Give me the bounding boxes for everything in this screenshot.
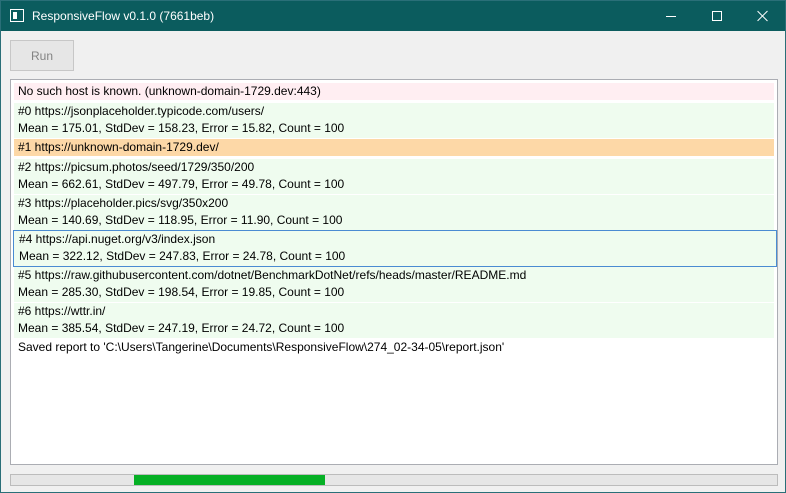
list-item[interactable]: #2 https://picsum.photos/seed/1729/350/2… [14,159,774,194]
list-item[interactable]: #0 https://jsonplaceholder.typicode.com/… [14,103,774,138]
list-item[interactable]: #5 https://raw.githubusercontent.com/dot… [14,267,774,302]
minimize-icon [666,15,676,17]
entry-url: #0 https://jsonplaceholder.typicode.com/… [18,104,265,118]
results-list[interactable]: No such host is known. (unknown-domain-1… [10,79,778,465]
error-message: No such host is known. (unknown-domain-1… [14,83,774,100]
entry-stats: Mean = 662.61, StdDev = 497.79, Error = … [18,177,345,191]
maximize-button[interactable] [694,1,740,31]
maximize-icon [712,11,722,21]
entry-stats: Mean = 385.54, StdDev = 247.19, Error = … [18,321,345,335]
progress-bar [10,474,778,486]
list-item-selected[interactable]: #4 https://api.nuget.org/v3/index.json M… [13,230,777,267]
list-item[interactable]: #3 https://placeholder.pics/svg/350x200 … [14,195,774,230]
minimize-button[interactable] [648,1,694,31]
entry-url: #5 https://raw.githubusercontent.com/dot… [18,268,527,282]
progress-fill [134,475,325,485]
app-window: ResponsiveFlow v0.1.0 (7661beb) Run No s… [0,0,786,493]
close-icon [757,10,769,22]
list-item[interactable]: #6 https://wttr.in/ Mean = 385.54, StdDe… [14,303,774,338]
entry-stats: Mean = 140.69, StdDev = 118.95, Error = … [18,213,343,227]
entry-url: #2 https://picsum.photos/seed/1729/350/2… [18,160,255,174]
run-button[interactable]: Run [10,40,74,71]
client-area: Run No such host is known. (unknown-doma… [1,31,785,492]
app-icon [10,9,24,22]
entry-stats: Mean = 285.30, StdDev = 198.54, Error = … [18,285,345,299]
entry-url: #1 https://unknown-domain-1729.dev/ [18,140,219,154]
saved-report-message: Saved report to 'C:\Users\Tangerine\Docu… [18,340,505,354]
close-button[interactable] [740,1,786,31]
title-bar[interactable]: ResponsiveFlow v0.1.0 (7661beb) [1,1,785,31]
entry-stats: Mean = 175.01, StdDev = 158.23, Error = … [18,121,345,135]
window-title: ResponsiveFlow v0.1.0 (7661beb) [32,9,215,23]
list-item[interactable]: #1 https://unknown-domain-1729.dev/ [14,139,774,156]
entry-url: #4 https://api.nuget.org/v3/index.json [19,232,216,246]
entry-stats: Mean = 322.12, StdDev = 247.83, Error = … [19,249,346,263]
entry-url: #3 https://placeholder.pics/svg/350x200 [18,196,229,210]
entry-url: #6 https://wttr.in/ [18,304,106,318]
